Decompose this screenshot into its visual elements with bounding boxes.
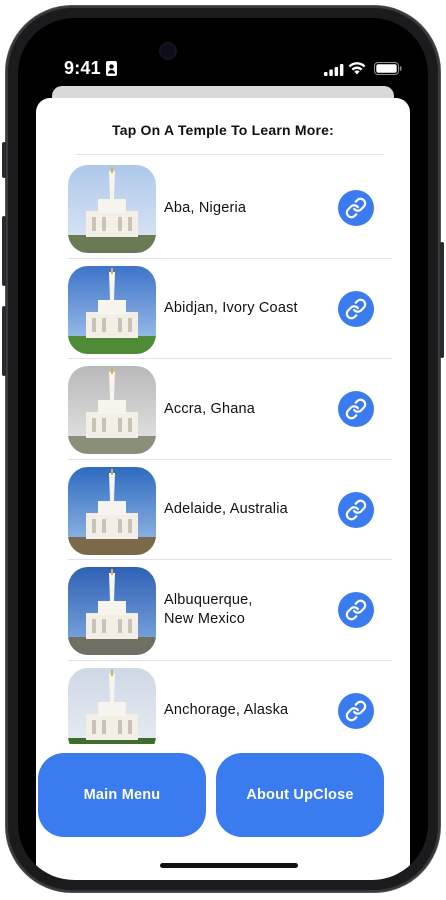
- list-item[interactable]: Albuquerque, New Mexico: [68, 560, 392, 661]
- temple-photo[interactable]: [68, 567, 156, 655]
- list-item[interactable]: Anchorage, Alaska: [68, 661, 392, 745]
- link-icon: [345, 298, 367, 320]
- temple-name[interactable]: Accra, Ghana: [164, 359, 334, 459]
- link-icon: [345, 398, 367, 420]
- contact-card-icon: [106, 61, 117, 81]
- link-icon: [345, 499, 367, 521]
- temple-photo[interactable]: [68, 466, 156, 555]
- temple-photo[interactable]: [68, 667, 156, 744]
- volume-down-button: [2, 306, 6, 376]
- temple-name[interactable]: Adelaide, Australia: [164, 460, 334, 560]
- list-item[interactable]: Accra, Ghana: [68, 359, 392, 460]
- status-time: 9:41: [64, 58, 101, 78]
- cellular-signal-icon: [324, 63, 344, 81]
- temple-photo[interactable]: [68, 165, 156, 253]
- action-button: [2, 142, 6, 178]
- home-indicator[interactable]: [160, 863, 298, 868]
- link-button[interactable]: [338, 290, 374, 327]
- front-camera: [161, 44, 175, 58]
- link-button[interactable]: [338, 491, 374, 528]
- link-button[interactable]: [338, 190, 374, 226]
- list-item[interactable]: Aba, Nigeria: [68, 158, 392, 259]
- list-item[interactable]: Abidjan, Ivory Coast: [68, 259, 392, 359]
- link-button[interactable]: [338, 592, 374, 628]
- link-icon: [345, 599, 367, 621]
- temple-photo[interactable]: [68, 366, 156, 454]
- page-title: Tap On A Temple To Learn More:: [112, 122, 334, 138]
- wifi-icon: [348, 62, 366, 80]
- main-menu-button[interactable]: Main Menu: [38, 753, 206, 837]
- temple-name[interactable]: Abidjan, Ivory Coast: [164, 259, 334, 359]
- temple-photo[interactable]: [68, 265, 156, 354]
- divider: [76, 154, 384, 155]
- status-bar: 9:41: [18, 18, 428, 96]
- temple-list-sheet: Tap On A Temple To Learn More: Aba, Nige…: [36, 98, 410, 880]
- temple-list[interactable]: Aba, Nigeria Abidjan, Ivory Coast Accra, G…: [68, 158, 392, 744]
- phone-frame: 9:41 Tap On A Temple To Learn More: Aba,…: [2, 6, 444, 892]
- battery-icon: [374, 62, 402, 80]
- link-button[interactable]: [338, 391, 374, 427]
- link-button[interactable]: [338, 692, 374, 729]
- temple-name[interactable]: Albuquerque, New Mexico: [164, 560, 274, 660]
- about-upclose-button[interactable]: About UpClose: [216, 753, 384, 837]
- list-item[interactable]: Adelaide, Australia: [68, 460, 392, 560]
- temple-name[interactable]: Aba, Nigeria: [164, 158, 334, 258]
- temple-name[interactable]: Anchorage, Alaska: [164, 661, 334, 745]
- power-button: [440, 242, 444, 358]
- link-icon: [345, 700, 367, 722]
- link-icon: [345, 197, 367, 219]
- screen: 9:41 Tap On A Temple To Learn More: Aba,…: [18, 18, 428, 880]
- volume-up-button: [2, 216, 6, 286]
